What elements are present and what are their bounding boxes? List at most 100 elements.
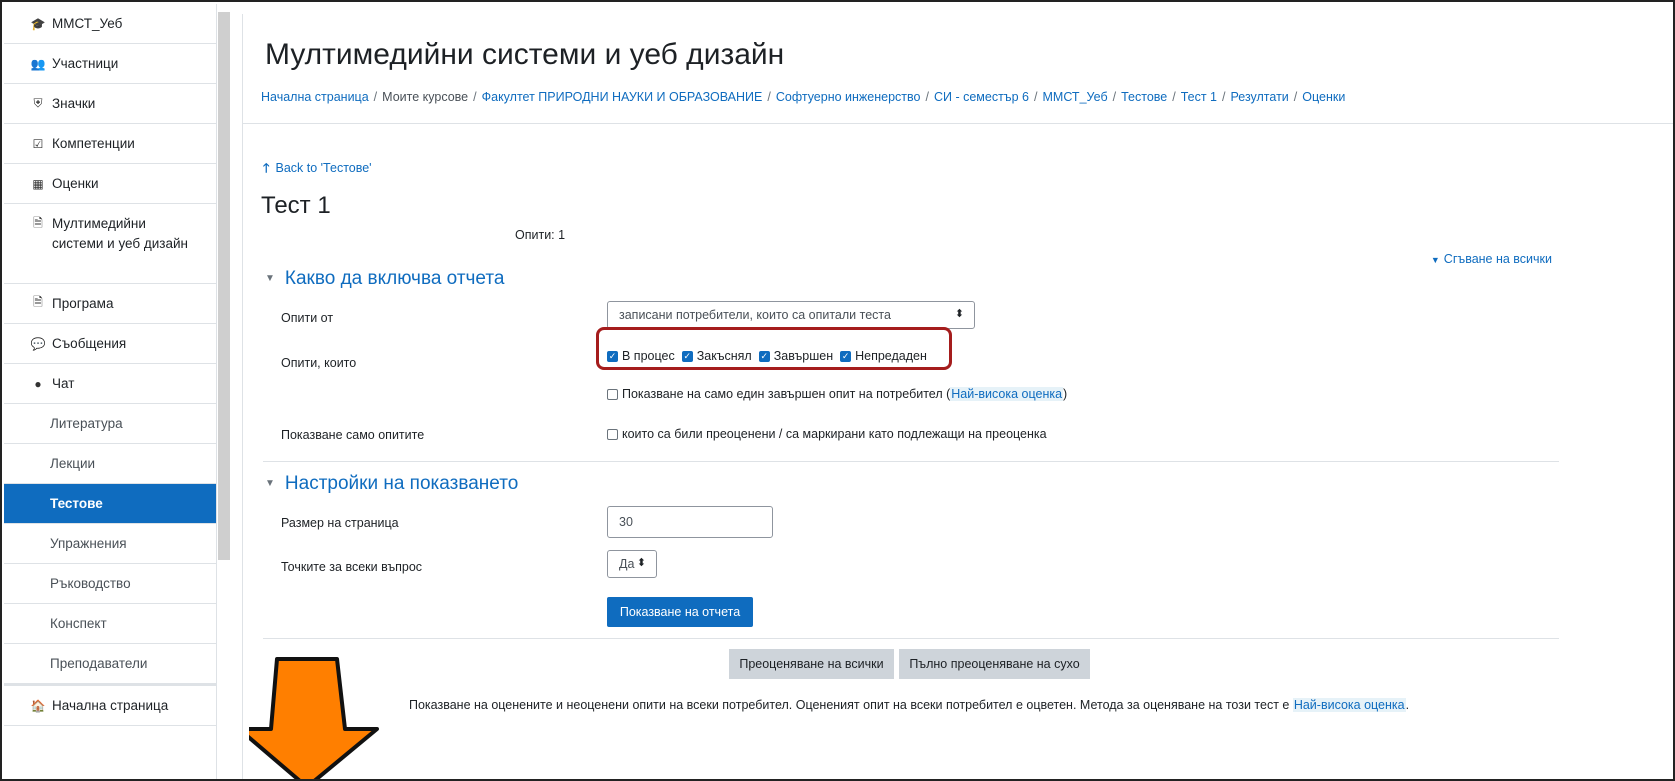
section-report-heading: Какво да включва отчета	[284, 268, 505, 289]
section-display-heading: Настройки на показването	[284, 473, 519, 494]
triangle-down-icon: ▼	[265, 478, 275, 489]
page-title: Мултимедийни системи и уеб дизайн	[265, 38, 785, 71]
back-link-label: Back to 'Тестове'	[275, 161, 372, 175]
course-sidebar: 🎓 ММСТ_Уеб 👥 Участници ⛨ Значки ☑ Компетенции ▦ О…	[4, 4, 217, 779]
breadcrumb-item[interactable]: Оценки	[1302, 90, 1345, 104]
form-divider	[263, 638, 1559, 639]
sidebar-item-6[interactable]: 🗎 Програма	[4, 284, 216, 324]
sidebar-item-8[interactable]: ● Чат	[4, 364, 216, 404]
breadcrumb-item[interactable]: Начална страница	[261, 90, 369, 104]
sidebar-item-0[interactable]: 🎓 ММСТ_Уеб	[4, 4, 216, 44]
annotation-arrow	[249, 657, 379, 779]
sidebar-item-2[interactable]: ⛨ Значки	[4, 84, 216, 124]
page-header: Мултимедийни системи и уеб дизайн Началн…	[242, 14, 1673, 124]
sidebar-item-label: Лекции	[50, 456, 96, 471]
breadcrumb-item: Моите курсове	[382, 90, 469, 104]
one-attempt-checkbox[interactable]	[607, 388, 618, 400]
marks-value: Да	[619, 557, 635, 571]
sidebar-item-label: Компетенции	[52, 136, 135, 151]
sidebar-scrollbar[interactable]	[218, 12, 230, 560]
regraded-option[interactable]: които са били преоценени / са маркирани …	[607, 427, 1047, 441]
sidebar-item-11[interactable]: Тестове	[4, 484, 216, 524]
attempts-from-select[interactable]: записани потребители, които са опитали т…	[607, 301, 975, 329]
sidebar-item-5[interactable]: 🗎 Мултимедийни системи и уеб дизайн	[4, 204, 216, 284]
select-caret-icon: ⬍	[954, 308, 964, 320]
attempts-count: Опити: 1	[515, 228, 566, 242]
triangle-down-icon: ▼	[265, 273, 275, 284]
breadcrumb-separator: /	[1034, 90, 1038, 104]
sidebar-item-10[interactable]: Лекции	[4, 444, 216, 484]
show-only-label: Показване само опитите	[281, 428, 425, 442]
sidebar-item-15[interactable]: Преподаватели	[4, 644, 216, 684]
marks-select[interactable]: Да ⬍	[607, 550, 657, 578]
breadcrumb-separator: /	[1112, 90, 1117, 104]
collapse-all-link[interactable]: ▼ Сгъване на всички	[1431, 252, 1552, 266]
page-size-value: 30	[619, 515, 633, 529]
breadcrumb-item[interactable]: ММСТ_Уеб	[1043, 90, 1108, 104]
regrade-all-button[interactable]: Преоценяване на всички	[729, 649, 894, 679]
breadcrumb-item[interactable]: Софтуерно инженерство	[776, 90, 921, 104]
highlight-annotation-box	[596, 327, 952, 370]
breadcrumb-separator: /	[1293, 90, 1298, 104]
sidebar-item-4[interactable]: ▦ Оценки	[4, 164, 216, 204]
sidebar-item-9[interactable]: Литература	[4, 404, 216, 444]
back-link[interactable]: 🡑 Back to 'Тестове'	[263, 159, 372, 180]
page-size-label: Размер на страница	[281, 516, 399, 530]
sidebar-item-label: Мултимедийни системи и уеб дизайн	[52, 216, 188, 251]
breadcrumb-item[interactable]: Тестове	[1121, 90, 1167, 104]
section-report-toggle[interactable]: ▼ Какво да включва отчета	[265, 268, 504, 290]
breadcrumb-item[interactable]: Тест 1	[1181, 90, 1217, 104]
sidebar-item-label: Конспект	[50, 616, 107, 631]
section-display-toggle[interactable]: ▼ Настройки на показването	[265, 473, 518, 495]
grading-info-body: Показване на оценените и неоценени опити…	[409, 698, 1293, 712]
sidebar-item-label: Програма	[52, 296, 114, 311]
collapse-all-label: Сгъване на всички	[1443, 252, 1552, 266]
sidebar-item-16[interactable]: 🏠 Начална страница	[4, 686, 216, 726]
page-frame: 🎓 ММСТ_Уеб 👥 Участници ⛨ Значки ☑ Компетенции ▦ О…	[0, 0, 1675, 781]
one-attempt-text: Показване на само един завършен опит на …	[622, 387, 951, 401]
file-icon: 🗎	[33, 295, 43, 309]
breadcrumb-separator: /	[1222, 90, 1226, 104]
breadcrumb-item[interactable]: СИ - семестър 6	[934, 90, 1029, 104]
one-attempt-option[interactable]: Показване на само един завършен опит на …	[607, 387, 1067, 401]
table-icon: ▦	[32, 176, 44, 191]
show-report-button[interactable]: Показване на отчета	[607, 597, 753, 627]
grading-info-text: Показване на оценените и неоценени опити…	[409, 698, 1409, 712]
one-attempt-grade-method: Най-висока оценка	[950, 387, 1064, 401]
graduation-cap-icon: 🎓	[30, 16, 46, 31]
select-caret-icon: ⬍	[636, 557, 646, 569]
attempts-that-label: Опити, които	[281, 356, 357, 370]
sidebar-item-7[interactable]: 💬 Съобщения	[4, 324, 216, 364]
sidebar-item-3[interactable]: ☑ Компетенции	[4, 124, 216, 164]
sidebar-item-label: Оценки	[52, 176, 99, 191]
page-size-input[interactable]: 30	[607, 506, 773, 538]
sidebar-item-label: Начална страница	[52, 698, 169, 713]
breadcrumb-separator: /	[925, 90, 929, 104]
breadcrumb-separator: /	[767, 90, 771, 104]
sidebar-item-1[interactable]: 👥 Участници	[4, 44, 216, 84]
checkbox-icon: ☑	[32, 136, 44, 151]
sidebar-item-label: Съобщения	[52, 336, 127, 351]
home-icon: 🏠	[30, 698, 46, 713]
sidebar-item-12[interactable]: Упражнения	[4, 524, 216, 564]
regraded-checkbox[interactable]	[607, 428, 618, 440]
triangle-down-icon: ▼	[1430, 255, 1440, 265]
sidebar-item-label: Значки	[52, 96, 96, 111]
sidebar-item-14[interactable]: Конспект	[4, 604, 216, 644]
chat-icon: ●	[34, 376, 42, 391]
sidebar-item-label: Литература	[50, 416, 123, 431]
one-attempt-close: )	[1063, 387, 1068, 401]
breadcrumb-item[interactable]: Факултет ПРИРОДНИ НАУКИ И ОБРАЗОВАНИЕ	[482, 90, 763, 104]
sidebar-item-label: Тестове	[50, 496, 103, 511]
file-icon: 🗎	[33, 216, 43, 230]
dry-run-regrade-button[interactable]: Пълно преоценяване на сухо	[899, 649, 1090, 679]
main-content: 🡑 Back to 'Тестове' Тест 1 Опити: 1 ▼ Сгъв…	[242, 124, 1673, 779]
breadcrumb-separator: /	[1172, 90, 1176, 104]
sidebar-item-label: Упражнения	[50, 536, 127, 551]
users-icon: 👥	[30, 56, 46, 71]
breadcrumb-item[interactable]: Резултати	[1230, 90, 1288, 104]
marks-label: Точките за всеки въпрос	[281, 560, 423, 574]
sidebar-item-label: Чат	[52, 376, 75, 391]
grading-info-method: Най-висока оценка	[1292, 698, 1406, 712]
sidebar-item-13[interactable]: Ръководство	[4, 564, 216, 604]
